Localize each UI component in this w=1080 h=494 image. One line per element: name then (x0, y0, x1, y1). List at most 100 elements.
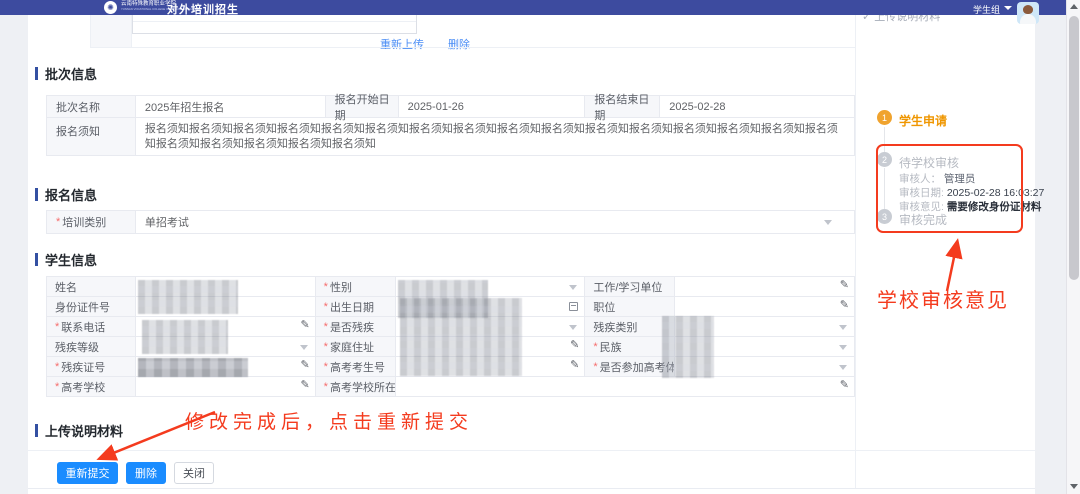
field-label: 职位 (585, 297, 675, 316)
field-label: 残疾等级 (47, 337, 136, 356)
field-value: 2025-01-26 (399, 96, 586, 117)
field-label: *联系电话 (47, 317, 136, 336)
field-label: *高考学校所在地 (316, 377, 396, 396)
field-label: 报名结束日期 (585, 96, 660, 117)
redacted-mosaic (138, 280, 238, 314)
pencil-icon[interactable]: ✎ (840, 300, 849, 311)
notice-text: 报名须知报名须知报名须知报名须知报名须知报名须知报名须知报名须知报名须知报名须知… (136, 118, 855, 155)
required-asterisk: * (593, 361, 597, 373)
required-asterisk: * (56, 216, 60, 228)
caret-down-icon[interactable] (824, 220, 832, 225)
step1-badge: 1 (877, 110, 892, 125)
section-bar-icon (35, 253, 38, 266)
required-asterisk: * (324, 341, 328, 353)
section-bar-icon (35, 67, 38, 80)
user-avatar[interactable] (1017, 2, 1039, 24)
annotation-right-note: 学校审核意见 (877, 284, 1009, 313)
field-value[interactable]: ✎ (675, 297, 855, 316)
batch-table: 批次名称 2025年招生报名 报名开始日期 2025-01-26 报名结束日期 … (46, 95, 855, 156)
section-title-text: 学生信息 (45, 250, 97, 269)
caret-down-icon[interactable] (839, 345, 847, 350)
section-title-text: 批次信息 (45, 64, 97, 83)
divider (133, 21, 416, 22)
caret-down-icon[interactable] (839, 365, 847, 370)
user-role-label[interactable]: 学生组 (973, 3, 1000, 16)
required-asterisk: * (324, 381, 328, 393)
table-row: * 培训类别 单招考试 (46, 211, 855, 234)
field-label: 工作/学习单位 (585, 277, 675, 296)
calendar-icon[interactable] (569, 302, 578, 311)
divider (28, 488, 1035, 489)
table-row: *高考学校 ✎ *高考学校所在地 ✎ (46, 377, 855, 397)
school-name: 云南特殊教育职业学院 YUNNAN VOCATIONAL COLLEGE OF … (121, 1, 167, 11)
field-label: *是否残疾 (316, 317, 396, 336)
school-logo-icon: ✺ (104, 1, 117, 14)
redacted-mosaic (138, 358, 248, 377)
redacted-mosaic (662, 316, 714, 378)
field-value[interactable]: ✎ (675, 277, 855, 296)
caret-down-icon[interactable] (569, 285, 577, 290)
section-title-student: 学生信息 (35, 250, 97, 269)
table-row: 报名须知 报名须知报名须知报名须知报名须知报名须知报名须知报名须知报名须知报名须… (46, 118, 855, 156)
caret-down-icon[interactable] (1004, 6, 1012, 10)
step1-label: 学生申请 (899, 112, 947, 129)
section-title-batch: 批次信息 (35, 64, 97, 83)
section-title-signup: 报名信息 (35, 185, 97, 204)
field-value: 2025-02-28 (660, 96, 855, 117)
school-name-en: YUNNAN VOCATIONAL COLLEGE OF SPECIAL EDU… (121, 8, 167, 11)
field-label: 姓名 (47, 277, 136, 296)
scroll-thumb[interactable] (1069, 16, 1079, 280)
caret-down-icon[interactable] (839, 325, 847, 330)
field-label: *性别 (316, 277, 396, 296)
training-type-value: 单招考试 (145, 214, 189, 230)
required-asterisk: * (593, 341, 597, 353)
field-label: *残疾证号 (47, 357, 136, 376)
required-asterisk: * (324, 281, 328, 293)
required-asterisk: * (55, 321, 59, 333)
scroll-down-icon[interactable] (1070, 484, 1078, 489)
field-value[interactable]: ✎ (136, 377, 316, 396)
pencil-icon[interactable]: ✎ (570, 360, 579, 371)
redacted-mosaic (142, 320, 228, 354)
delete-upload-link[interactable]: 删除 (448, 36, 470, 52)
signup-table: * 培训类别 单招考试 (46, 210, 855, 234)
field-value: 2025年招生报名 (136, 96, 326, 117)
scrollbar[interactable] (1066, 0, 1080, 494)
section-bar-icon (35, 188, 38, 201)
redacted-mosaic (400, 298, 522, 376)
section-bar-icon (35, 424, 38, 437)
table-row: 批次名称 2025年招生报名 报名开始日期 2025-01-26 报名结束日期 … (46, 96, 855, 118)
required-asterisk: * (324, 301, 328, 313)
field-label: *出生日期 (316, 297, 396, 316)
scroll-up-icon[interactable] (1070, 4, 1078, 9)
divider (855, 15, 856, 488)
required-asterisk: * (324, 361, 328, 373)
required-asterisk: * (324, 321, 328, 333)
section-title-text: 报名信息 (45, 185, 97, 204)
pencil-icon[interactable]: ✎ (840, 280, 849, 291)
pencil-icon[interactable]: ✎ (300, 320, 309, 331)
field-label: 批次名称 (47, 96, 136, 117)
required-asterisk: * (55, 381, 59, 393)
divider (90, 47, 855, 48)
topbar: ✺ 云南特殊教育职业学院 YUNNAN VOCATIONAL COLLEGE O… (0, 0, 1066, 15)
required-asterisk: * (55, 361, 59, 373)
field-value[interactable]: ✎ (396, 377, 855, 396)
caret-down-icon[interactable] (569, 325, 577, 330)
training-type-select[interactable]: 单招考试 (136, 211, 855, 233)
field-label: 报名开始日期 (326, 96, 399, 117)
pencil-icon[interactable]: ✎ (570, 340, 579, 351)
reupload-link[interactable]: 重新上传 (380, 36, 424, 52)
review-highlight-box (876, 144, 1023, 233)
field-label: 身份证件号 (47, 297, 136, 316)
pencil-icon[interactable]: ✎ (300, 360, 309, 371)
pencil-icon[interactable]: ✎ (300, 380, 309, 391)
caret-down-icon[interactable] (300, 345, 308, 350)
field-label: *高考学校 (47, 377, 136, 396)
pencil-icon[interactable]: ✎ (840, 380, 849, 391)
field-label: 报名须知 (47, 118, 136, 155)
annotation-bottom-note: 修改完成后，点击重新提交 (185, 407, 473, 434)
field-label: *高考考生号 (316, 357, 396, 376)
field-label: * 培训类别 (47, 211, 136, 233)
field-label: *家庭住址 (316, 337, 396, 356)
